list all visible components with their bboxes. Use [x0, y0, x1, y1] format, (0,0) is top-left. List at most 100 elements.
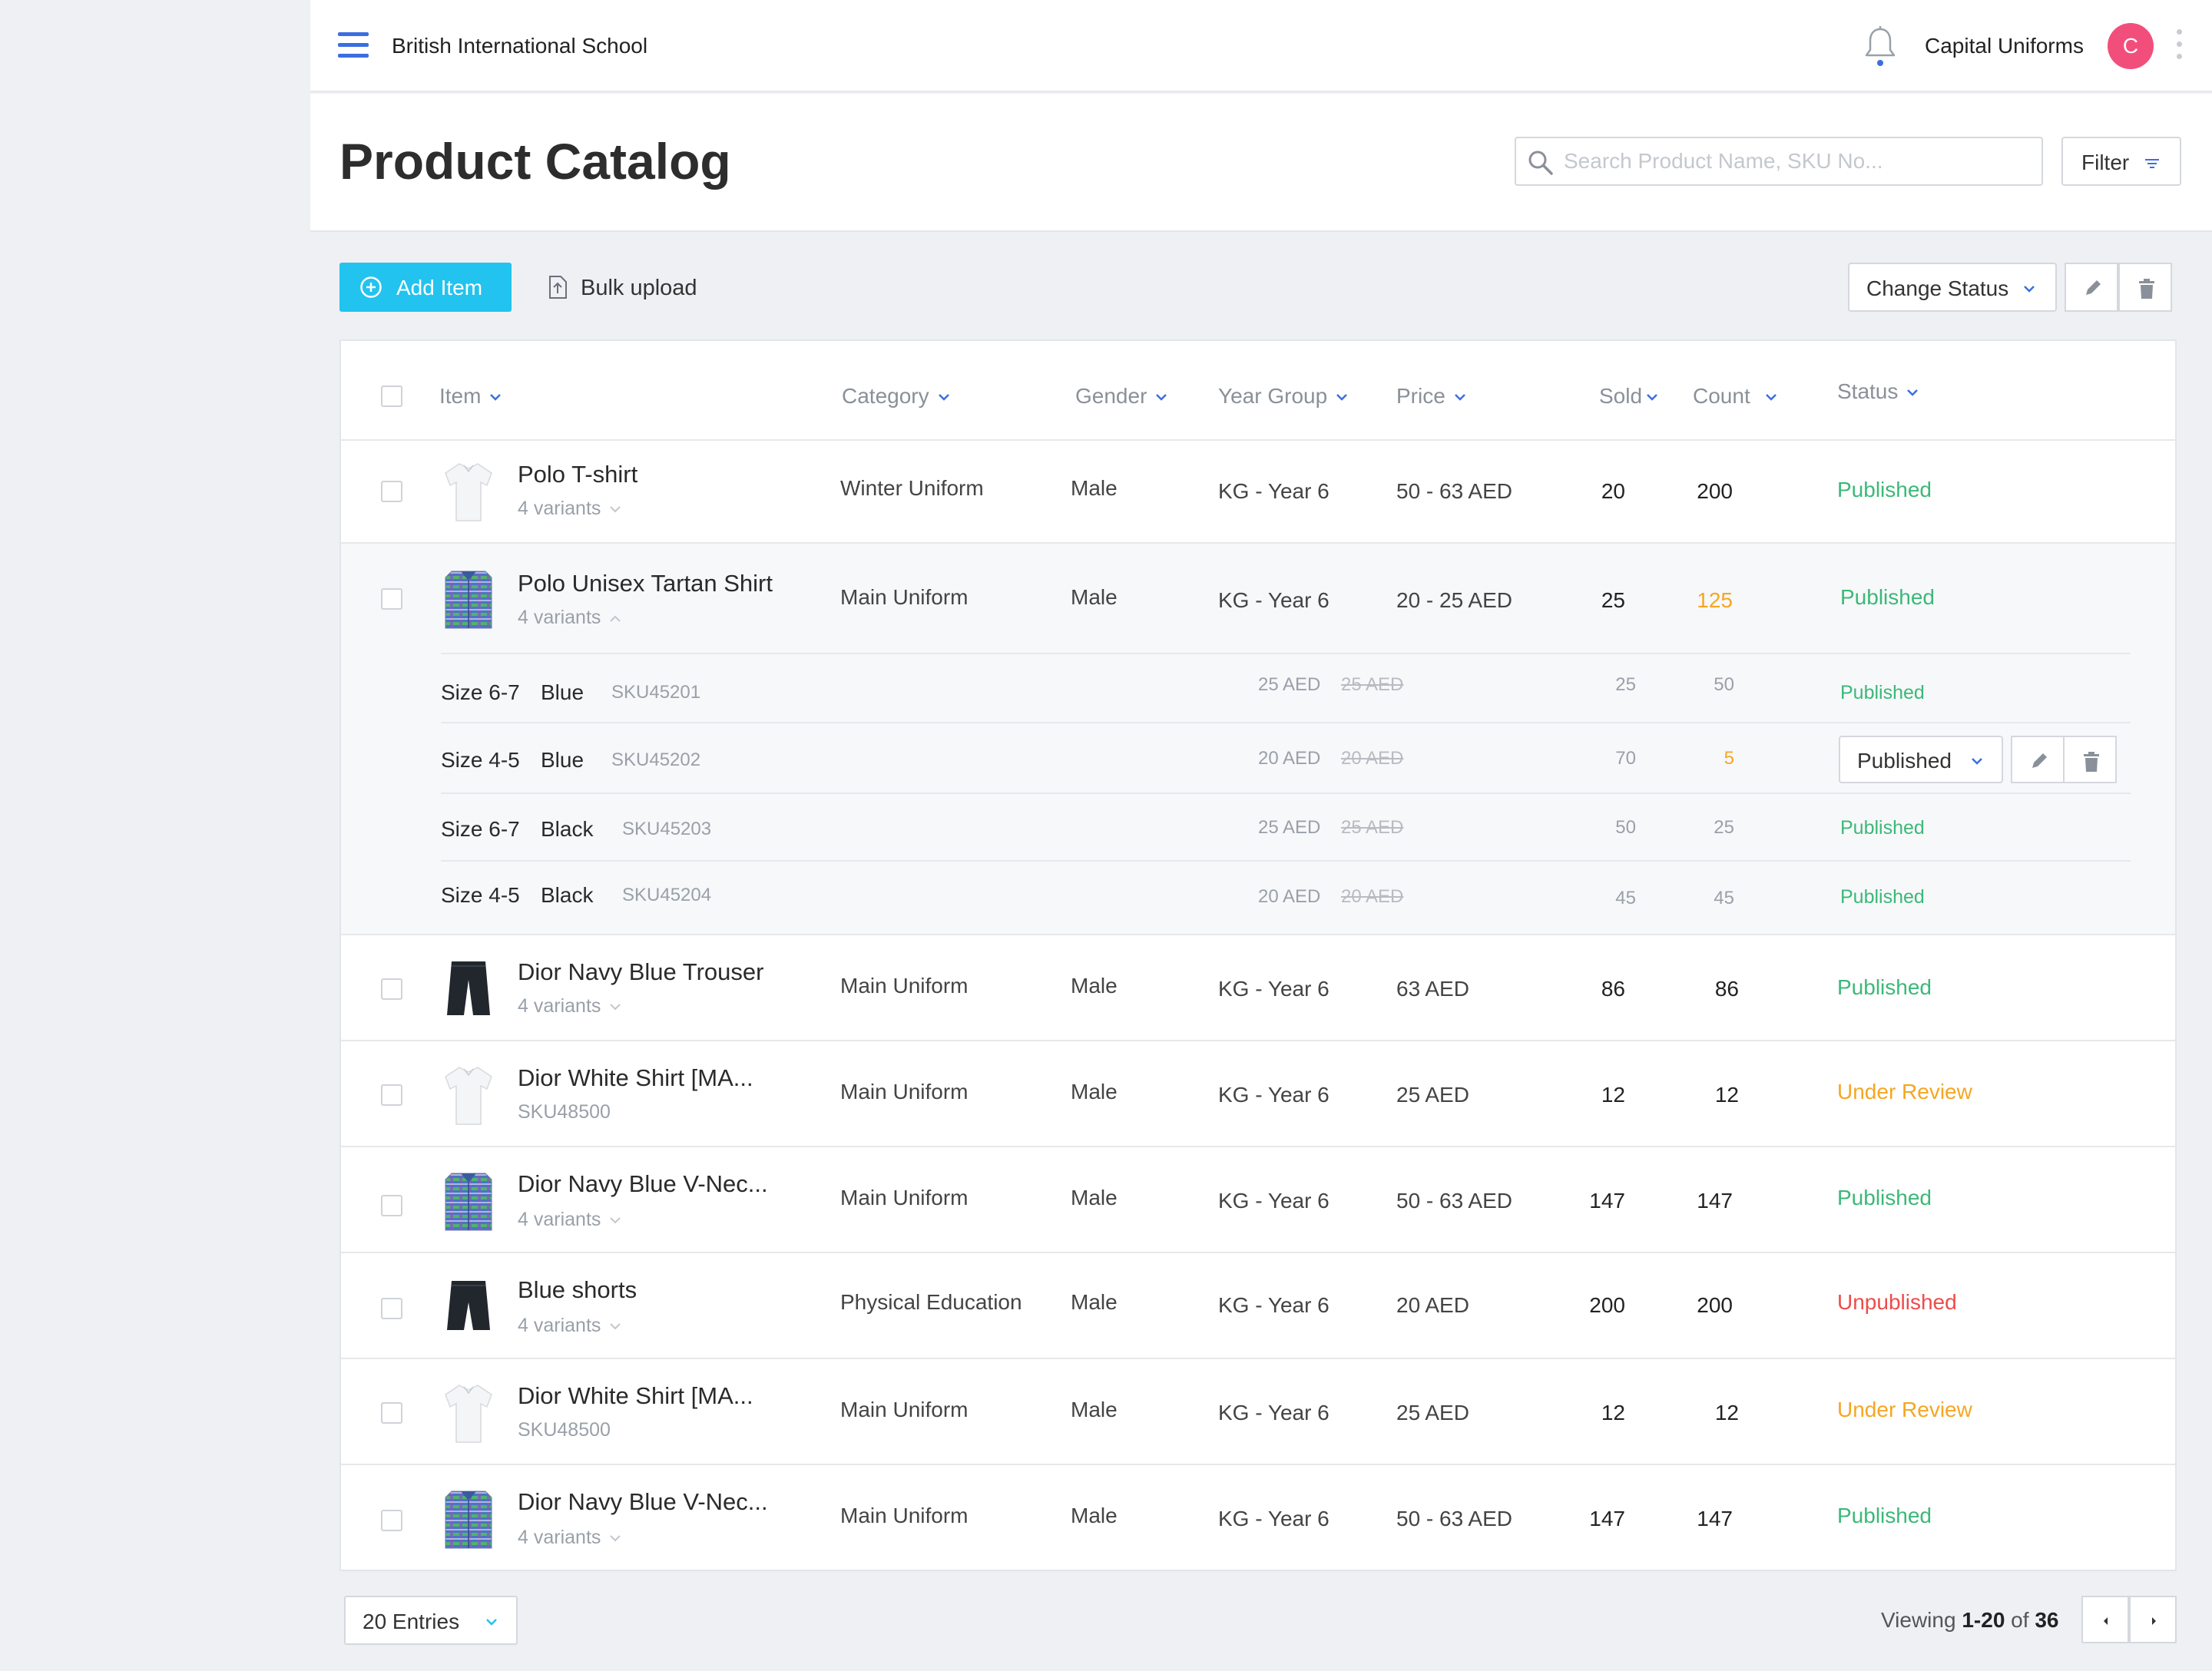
table-row[interactable]: Polo T-shirt 4 variants Winter Uniform M… [341, 441, 2175, 544]
variants-toggle[interactable]: 4 variants [518, 995, 621, 1017]
table-row[interactable]: Dior White Shirt [MA... SKU48500 Main Un… [341, 1359, 2175, 1465]
bulk-upload-button[interactable]: Bulk upload [544, 263, 705, 312]
variant-edit-button[interactable] [2011, 736, 2065, 783]
item-name[interactable]: Polo T-shirt [518, 461, 637, 488]
item-name[interactable]: Polo Unisex Tartan Shirt [518, 570, 773, 597]
status-badge: Under Review [1837, 1080, 1972, 1104]
variants-toggle[interactable]: 4 variants [518, 498, 621, 520]
top-bar: British International School Capital Uni… [310, 0, 2212, 92]
status-badge: Published [1837, 975, 1932, 999]
variant-status-dropdown[interactable]: Published [1839, 736, 2003, 783]
variant-row[interactable]: Size 6-7 Blue SKU45201 25 AED 25 AED 25 … [441, 653, 2131, 723]
price-cell: 25 AED [1396, 1401, 1469, 1424]
sold-cell: 147 [1589, 1189, 1625, 1213]
item-name[interactable]: Dior Navy Blue V-Nec... [518, 1170, 768, 1198]
variant-color: Black [541, 883, 594, 907]
search-input[interactable] [1564, 143, 2025, 180]
status-badge: Published [1837, 478, 1932, 501]
row-checkbox[interactable] [381, 978, 402, 1000]
gender-cell: Male [1071, 1504, 1118, 1527]
variant-status: Published [1840, 682, 1925, 703]
next-page-button[interactable] [2129, 1596, 2177, 1643]
column-header-price[interactable]: Price [1396, 384, 1465, 409]
left-gutter [0, 0, 310, 1671]
column-header-category[interactable]: Category [842, 384, 949, 409]
item-name[interactable]: Dior White Shirt [MA... [518, 1382, 753, 1410]
bulk-edit-button[interactable] [2065, 263, 2118, 312]
row-checkbox[interactable] [381, 1084, 402, 1106]
page-header: Product Catalog Filter [310, 94, 2212, 232]
filter-button[interactable]: Filter [2061, 137, 2181, 186]
row-checkbox[interactable] [381, 1195, 402, 1216]
variant-delete-button[interactable] [2063, 736, 2117, 783]
column-header-item[interactable]: Item [439, 384, 502, 409]
entries-per-page-dropdown[interactable]: 20 Entries [344, 1596, 518, 1645]
variant-size: Size 6-7 [441, 680, 520, 704]
status-badge: Published [1840, 585, 1935, 609]
table-row[interactable]: Blue shorts 4 variants Physical Educatio… [341, 1253, 2175, 1359]
filter-label: Filter [2081, 151, 2130, 174]
item-name[interactable]: Dior Navy Blue V-Nec... [518, 1488, 768, 1516]
variant-color: Black [541, 817, 594, 841]
variant-status-value: Published [1857, 749, 1952, 773]
variant-count: 5 [1724, 748, 1734, 769]
variant-row[interactable]: Size 4-5 Black SKU45204 20 AED 20 AED 45… [441, 862, 2131, 934]
table-row-expanded[interactable]: Polo Unisex Tartan Shirt 4 variants Main… [341, 544, 2175, 935]
change-status-label: Change Status [1866, 276, 2009, 300]
main-area: British International School Capital Uni… [310, 0, 2212, 1671]
upload-icon [549, 276, 567, 299]
row-checkbox[interactable] [381, 1510, 402, 1531]
variants-toggle[interactable]: 4 variants [518, 1315, 621, 1337]
item-name[interactable]: Dior White Shirt [MA... [518, 1064, 753, 1092]
table-row[interactable]: Dior White Shirt [MA... SKU48500 Main Un… [341, 1041, 2175, 1147]
bell-icon[interactable] [1863, 25, 1897, 68]
trouser-thumbnail [447, 961, 490, 1015]
category-cell: Main Uniform [840, 1186, 969, 1209]
variant-size: Size 6-7 [441, 817, 520, 841]
variant-sold: 50 [1615, 817, 1636, 838]
column-header-gender[interactable]: Gender [1075, 384, 1167, 409]
table-row[interactable]: Dior Navy Blue V-Nec... 4 variants Main … [341, 1147, 2175, 1253]
change-status-dropdown[interactable]: Change Status [1848, 263, 2057, 312]
item-name[interactable]: Blue shorts [518, 1276, 637, 1304]
avatar[interactable]: C [2108, 23, 2154, 69]
hamburger-icon[interactable] [338, 32, 369, 58]
add-item-button[interactable]: Add Item [339, 263, 512, 312]
row-checkbox[interactable] [381, 1402, 402, 1424]
row-checkbox[interactable] [381, 1298, 402, 1319]
entries-label: 20 Entries [363, 1610, 460, 1633]
row-checkbox[interactable] [381, 588, 402, 610]
vendor-name: Capital Uniforms [1925, 34, 2084, 58]
gender-cell: Male [1071, 585, 1118, 609]
gender-cell: Male [1071, 1290, 1118, 1314]
count-cell: 86 [1714, 977, 1739, 1001]
variant-row[interactable]: Size 4-5 Blue SKU45202 20 AED 20 AED 70 … [441, 723, 2131, 794]
white-shirt-thumbnail [445, 1067, 492, 1125]
variant-old-price: 20 AED [1341, 748, 1404, 769]
trash-icon [2084, 752, 2099, 772]
column-header-status[interactable]: Status [1837, 379, 1919, 404]
variants-toggle[interactable]: 4 variants [518, 1209, 621, 1231]
column-header-sold[interactable]: Sold [1599, 384, 1657, 409]
count-cell: 147 [1697, 1507, 1733, 1530]
variant-sku: SKU45202 [611, 749, 701, 770]
item-name[interactable]: Dior Navy Blue Trouser [518, 958, 763, 986]
gender-cell: Male [1071, 1080, 1118, 1104]
row-checkbox[interactable] [381, 481, 402, 502]
select-all-checkbox[interactable] [381, 385, 402, 407]
column-header-count[interactable]: Count [1693, 384, 1777, 409]
variant-row[interactable]: Size 6-7 Black SKU45203 25 AED 25 AED 50… [441, 794, 2131, 862]
variant-status: Published [1840, 817, 1925, 839]
bulk-delete-button[interactable] [2118, 263, 2172, 312]
kebab-icon[interactable] [2174, 29, 2184, 65]
year-group-cell: KG - Year 6 [1218, 479, 1330, 503]
category-cell: Physical Education [840, 1290, 1022, 1314]
table-row[interactable]: Dior Navy Blue V-Nec... 4 variants Main … [341, 1465, 2175, 1570]
previous-page-button[interactable] [2081, 1596, 2129, 1643]
table-row[interactable]: Dior Navy Blue Trouser 4 variants Main U… [341, 935, 2175, 1041]
white-shirt-thumbnail [445, 463, 492, 521]
variants-toggle[interactable]: 4 variants [518, 1527, 621, 1549]
column-header-year-group[interactable]: Year Group [1218, 384, 1348, 409]
variants-toggle[interactable]: 4 variants [518, 607, 621, 629]
count-cell: 147 [1697, 1189, 1733, 1213]
